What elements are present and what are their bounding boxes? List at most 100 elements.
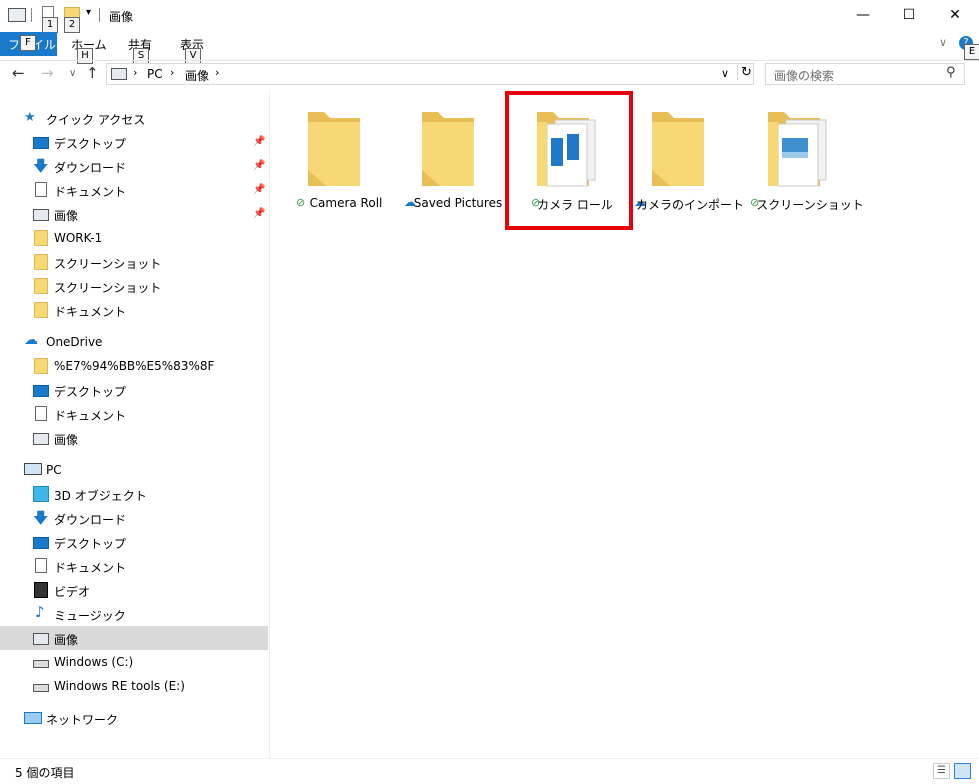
cloud-icon: ☁ — [24, 332, 38, 348]
tree-label: スクリーンショット — [54, 257, 162, 271]
item-count: 5 個の項目 — [15, 766, 75, 780]
tree-item-screenshots[interactable]: スクリーンショット — [0, 274, 268, 298]
search-box[interactable]: 画像の検索 ⚲ — [765, 63, 965, 85]
star-icon: ★ — [24, 110, 36, 125]
desktop-icon — [33, 137, 49, 149]
file-tab[interactable]: ファイル F — [0, 32, 57, 56]
tree-network[interactable]: ネットワーク — [0, 706, 268, 730]
vertical-scrollbar[interactable] — [966, 60, 979, 758]
tree-item-drive-c[interactable]: Windows (C:) — [0, 650, 268, 674]
breadcrumb-pc[interactable]: PC — [147, 67, 163, 81]
tree-item-drive-e[interactable]: Windows RE tools (E:) — [0, 674, 268, 698]
minimize-button[interactable]: — — [840, 0, 886, 30]
address-dropdown-icon[interactable]: ∨ — [721, 67, 729, 80]
computer-icon — [24, 463, 42, 475]
title-bar: 1 2 ▾ 画像 — ☐ ✕ — [0, 0, 979, 33]
drive-icon — [33, 684, 49, 692]
tree-label: ドキュメント — [54, 185, 127, 199]
tree-item-desktop[interactable]: デスクトップ 📌 — [0, 130, 268, 154]
pin-icon[interactable]: 📌 — [253, 160, 265, 172]
maximize-button[interactable]: ☐ — [886, 0, 932, 30]
customize-qa-icon[interactable]: ▾ — [86, 7, 91, 18]
tree-item-documents-folder[interactable]: ドキュメント — [0, 298, 268, 322]
tree-label: ドキュメント — [54, 409, 127, 423]
desktop-icon — [33, 385, 49, 397]
qa-badge-2: 2 — [64, 17, 80, 33]
window-icon[interactable] — [8, 8, 26, 22]
desktop-icon — [33, 537, 49, 549]
tree-item-music[interactable]: ♪ ミュージック — [0, 602, 268, 626]
folder-icon — [34, 230, 48, 246]
tree-label: Windows (C:) — [54, 655, 134, 669]
pin-icon[interactable]: 📌 — [253, 184, 265, 196]
tree-item-work-1[interactable]: WORK-1 — [0, 226, 268, 250]
tree-item-onedrive-documents[interactable]: ドキュメント — [0, 402, 268, 426]
tree-item-pc-documents[interactable]: ドキュメント — [0, 554, 268, 578]
file-keytip: F — [20, 35, 36, 51]
tree-label: OneDrive — [46, 335, 103, 349]
tree-item-downloads[interactable]: 🡇 ダウンロード 📌 — [0, 154, 268, 178]
tree-pc[interactable]: PC — [0, 458, 268, 482]
folder-icon — [652, 112, 704, 186]
pictures-icon — [33, 433, 49, 445]
tree-item-pictures[interactable]: 画像 📌 — [0, 202, 268, 226]
navigation-pane: ★ クイック アクセス デスクトップ 📌 🡇 ダウンロード 📌 ドキュメント 📌… — [0, 90, 268, 758]
window-title: 画像 — [109, 10, 134, 24]
tree-label: WORK-1 — [54, 231, 103, 245]
film-icon — [34, 582, 48, 598]
pictures-icon — [33, 633, 49, 645]
tree-label: %E7%94%BB%E5%83%8F — [54, 359, 215, 373]
tree-label: ドキュメント — [54, 305, 127, 319]
folder-screenshots[interactable]: ⊘ スクリーンショット — [742, 100, 864, 218]
folder-with-images-icon — [768, 112, 827, 187]
address-bar[interactable]: › PC › 画像 › ∨ ↻ — [106, 63, 754, 85]
pin-icon[interactable]: 📌 — [253, 208, 265, 220]
tree-quick-access[interactable]: ★ クイック アクセス — [0, 106, 268, 130]
forward-arrow-icon[interactable]: → — [41, 64, 54, 82]
pictures-icon — [33, 209, 49, 221]
folder-icon — [34, 278, 48, 294]
details-view-icon[interactable]: ☰ — [933, 763, 950, 779]
tree-label: ダウンロード — [54, 161, 127, 175]
breadcrumb-pictures[interactable]: 画像 — [185, 67, 209, 84]
tree-item-pc-pictures[interactable]: 画像 — [0, 626, 268, 650]
pin-icon[interactable]: 📌 — [253, 136, 265, 148]
close-button[interactable]: ✕ — [932, 0, 978, 30]
breadcrumb-separator: › — [133, 66, 138, 79]
tree-item-encoded-folder[interactable]: %E7%94%BB%E5%83%8F — [0, 354, 268, 378]
tree-label: 画像 — [54, 209, 79, 223]
search-input[interactable]: 画像の検索 — [774, 67, 834, 84]
pane-divider[interactable] — [269, 90, 270, 758]
folder-camera-import[interactable]: ☁ カメラのインポート — [626, 100, 744, 218]
tree-item-3d-objects[interactable]: 3D オブジェクト — [0, 482, 268, 506]
separator — [99, 8, 100, 22]
tree-item-documents[interactable]: ドキュメント 📌 — [0, 178, 268, 202]
refresh-icon[interactable]: ↻ — [737, 65, 752, 80]
tree-label: デスクトップ — [54, 385, 127, 399]
large-icons-view-icon[interactable] — [954, 763, 971, 779]
folder-icon — [34, 358, 48, 374]
tree-item-videos[interactable]: ビデオ — [0, 578, 268, 602]
tree-item-screenshots[interactable]: スクリーンショット — [0, 250, 268, 274]
tree-item-onedrive-pictures[interactable]: 画像 — [0, 426, 268, 450]
expand-ribbon-icon[interactable]: ∨ — [939, 36, 947, 49]
folder-saved-pictures[interactable]: ☁ Saved Pictures — [396, 100, 504, 218]
tree-item-pc-downloads[interactable]: 🡇 ダウンロード — [0, 506, 268, 530]
breadcrumb-separator: › — [170, 66, 175, 79]
back-arrow-icon[interactable]: ← — [12, 64, 25, 82]
folder-icon — [34, 254, 48, 270]
download-icon: 🡇 — [33, 157, 49, 175]
tree-item-pc-desktop[interactable]: デスクトップ — [0, 530, 268, 554]
pictures-location-icon — [111, 68, 127, 80]
tree-onedrive[interactable]: ☁ OneDrive — [0, 330, 268, 354]
tree-label: 画像 — [54, 633, 79, 647]
folder-camera-roll[interactable]: ⊘ Camera Roll — [282, 100, 390, 218]
tree-item-onedrive-desktop[interactable]: デスクトップ — [0, 378, 268, 402]
search-icon[interactable]: ⚲ — [946, 65, 956, 80]
tree-label: ドキュメント — [54, 561, 127, 575]
folder-icon — [308, 112, 360, 186]
help-keytip: E — [964, 44, 979, 60]
folder-name: Camera Roll — [309, 196, 383, 210]
up-arrow-icon[interactable]: ↑ — [86, 64, 99, 82]
recent-chevron-icon[interactable]: ∨ — [69, 68, 76, 79]
